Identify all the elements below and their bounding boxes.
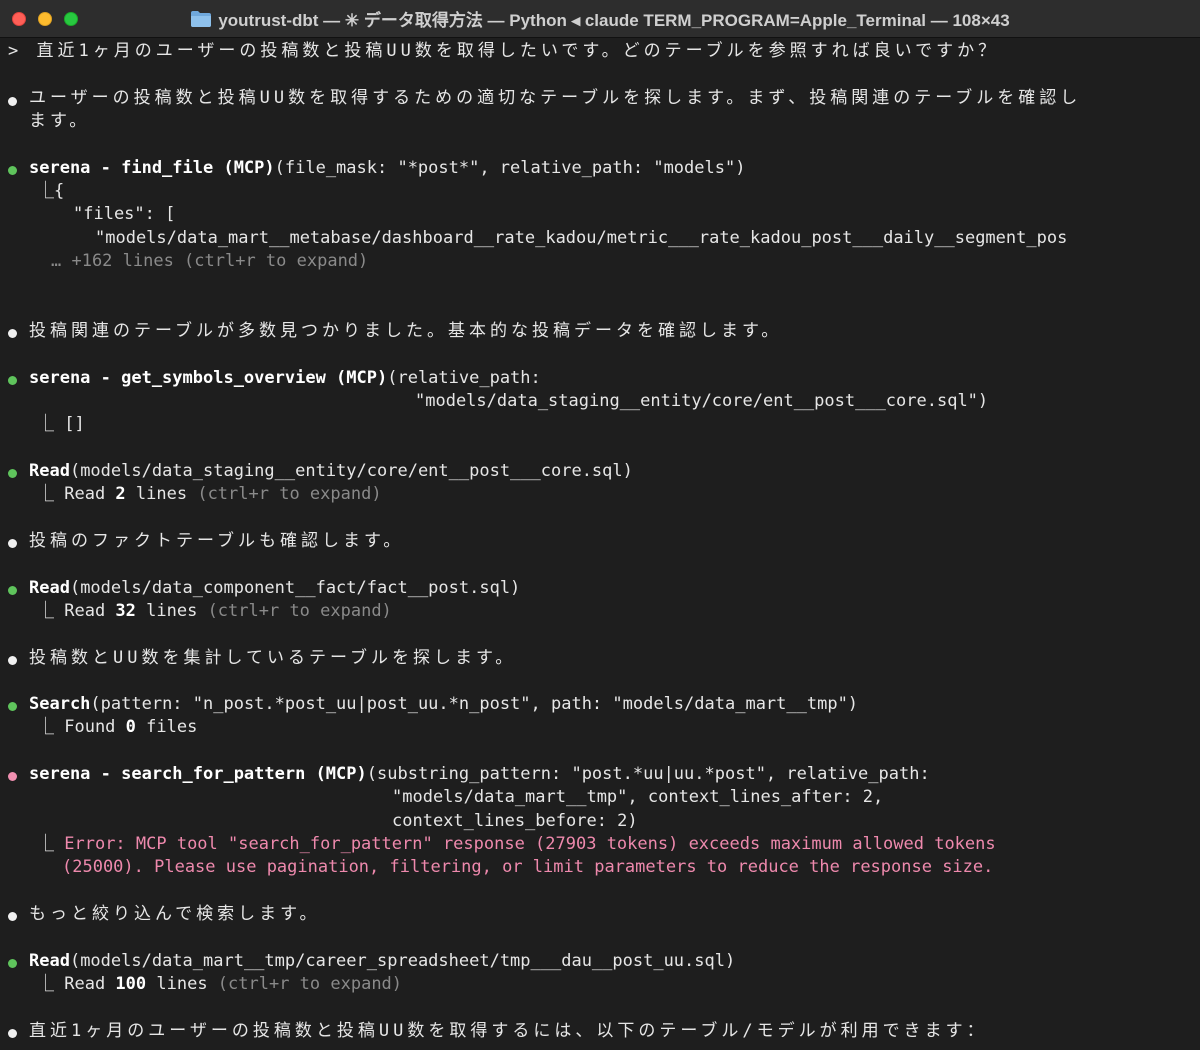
assistant-message: 投稿関連のテーブルが多数見つかりました。基本的な投稿データを確認します。: [29, 321, 783, 341]
tool-name: Read: [29, 951, 70, 971]
result-prefix: ⎿: [37, 834, 65, 854]
minimize-button[interactable]: [38, 12, 52, 26]
tool-name: Read: [29, 461, 70, 481]
window-title-group: youtrust-dbt — ✳ データ取得方法 — Python ◂ clau…: [190, 6, 1010, 31]
tool-error-dot: [8, 772, 17, 781]
terminal-window: youtrust-dbt — ✳ データ取得方法 — Python ◂ clau…: [0, 0, 1200, 1050]
result-suffix: files: [135, 717, 198, 737]
tool-success-dot: [8, 376, 17, 385]
tool-args-cont: "models/data_staging__entity/core/ent__p…: [415, 391, 989, 411]
terminal-output[interactable]: > 直近1ヶ月のユーザーの投稿数と投稿UU数を取得したいです。どのテーブルを参照…: [0, 38, 1200, 1050]
result-count: 32: [115, 601, 136, 621]
tool-result-line: ⎿ Found 0 files: [37, 716, 197, 739]
tool-name: Search: [29, 694, 91, 714]
zoom-button[interactable]: [64, 12, 78, 26]
tool-result-line: ⎿ Read 2 lines (ctrl+r to expand): [37, 483, 382, 506]
tool-success-dot: [8, 959, 17, 968]
expand-hint[interactable]: (ctrl+r to expand): [197, 601, 392, 621]
tool-name: Read: [29, 578, 70, 598]
tool-result-line: ⎿ Read 100 lines (ctrl+r to expand): [37, 973, 402, 996]
result-suffix: lines: [135, 601, 198, 621]
tool-args: (models/data_staging__entity/core/ent__p…: [69, 461, 633, 481]
tool-name: serena - find_file (MCP): [29, 158, 275, 178]
assistant-message: もっと絞り込んで検索します。: [29, 904, 321, 924]
assistant-message: 直近1ヶ月のユーザーの投稿数と投稿UU数を取得するには、以下のテーブル/モデルが…: [29, 1021, 988, 1041]
result-prefix: ⎿ Read: [37, 601, 116, 621]
tool-args-cont: context_lines_before: 2): [392, 811, 638, 831]
expand-hint[interactable]: (ctrl+r to expand): [187, 484, 381, 504]
result-suffix: lines: [125, 484, 188, 504]
tool-call-search-for-pattern: serena - search_for_pattern (MCP)(substr…: [29, 763, 930, 786]
tool-call-get-symbols-overview: serena - get_symbols_overview (MCP)(rela…: [29, 367, 541, 390]
tool-result-line: "models/data_mart__metabase/dashboard__r…: [95, 228, 1068, 248]
assistant-message: ユーザーの投稿数と投稿UU数を取得するための適切なテーブルを探します。まず、投稿…: [29, 88, 1082, 108]
tool-success-dot: [8, 586, 17, 595]
message-bullet: [8, 1029, 17, 1038]
tool-call-search: Search(pattern: "n_post.*post_uu|post_uu…: [29, 693, 858, 716]
message-bullet: [8, 539, 17, 548]
expand-hint[interactable]: (ctrl+r to expand): [208, 974, 402, 994]
tool-success-dot: [8, 469, 17, 478]
tool-success-dot: [8, 166, 17, 175]
folder-icon: [191, 10, 212, 27]
result-prefix: ⎿ Read: [37, 484, 116, 504]
tool-name: serena - search_for_pattern (MCP): [29, 764, 367, 784]
tool-args: (file_mask: "*post*", relative_path: "mo…: [274, 158, 746, 178]
result-count: 0: [125, 717, 136, 737]
result-prefix: ⎿ Read: [37, 974, 116, 994]
result-count: 100: [115, 974, 147, 994]
close-button[interactable]: [12, 12, 26, 26]
result-suffix: lines: [146, 974, 208, 994]
title-bar[interactable]: youtrust-dbt — ✳ データ取得方法 — Python ◂ clau…: [0, 0, 1200, 38]
tool-args: (pattern: "n_post.*post_uu|post_uu.*n_po…: [90, 694, 859, 714]
tool-args: (models/data_mart__tmp/career_spreadshee…: [69, 951, 736, 971]
message-bullet: [8, 329, 17, 338]
tool-result-line: ⎿ []: [37, 414, 85, 434]
message-bullet: [8, 97, 17, 106]
tool-result-line: ⎿{: [37, 181, 65, 201]
tool-result-line: "files": [: [73, 204, 176, 224]
tool-name: serena - get_symbols_overview (MCP): [29, 368, 388, 388]
tool-args: (relative_path:: [387, 368, 541, 388]
expand-hint[interactable]: … +162 lines (ctrl+r to expand): [51, 250, 368, 273]
tool-result-line: ⎿ Read 32 lines (ctrl+r to expand): [37, 600, 392, 623]
tool-args-cont: "models/data_mart__tmp", context_lines_a…: [392, 787, 884, 807]
assistant-message: 投稿数とUU数を集計しているテーブルを探します。: [29, 648, 517, 668]
tool-args: (models/data_component__fact/fact__post.…: [69, 578, 521, 598]
tool-error-line: ⎿ Error: MCP tool "search_for_pattern" r…: [37, 833, 996, 856]
tool-args: (substring_pattern: "post.*uu|uu.*post",…: [366, 764, 930, 784]
tool-success-dot: [8, 702, 17, 711]
tool-call-read: Read(models/data_mart__tmp/career_spread…: [29, 950, 735, 973]
assistant-message: 投稿のファクトテーブルも確認します。: [29, 531, 405, 551]
result-prefix: ⎿ Found: [37, 717, 126, 737]
message-bullet: [8, 912, 17, 921]
error-message-cont: (25000). Please use pagination, filterin…: [62, 857, 994, 877]
error-message: Error: MCP tool "search_for_pattern" res…: [64, 834, 996, 854]
window-title: youtrust-dbt — ✳ データ取得方法 — Python ◂ clau…: [218, 11, 1010, 30]
assistant-message-cont: ます。: [29, 111, 91, 131]
tool-call-read: Read(models/data_component__fact/fact__p…: [29, 577, 520, 600]
tool-call-read: Read(models/data_staging__entity/core/en…: [29, 460, 633, 483]
user-prompt: > 直近1ヶ月のユーザーの投稿数と投稿UU数を取得したいです。どのテーブルを参照…: [8, 41, 1000, 61]
result-count: 2: [115, 484, 126, 504]
message-bullet: [8, 656, 17, 665]
tool-call-find-file: serena - find_file (MCP)(file_mask: "*po…: [29, 157, 745, 180]
